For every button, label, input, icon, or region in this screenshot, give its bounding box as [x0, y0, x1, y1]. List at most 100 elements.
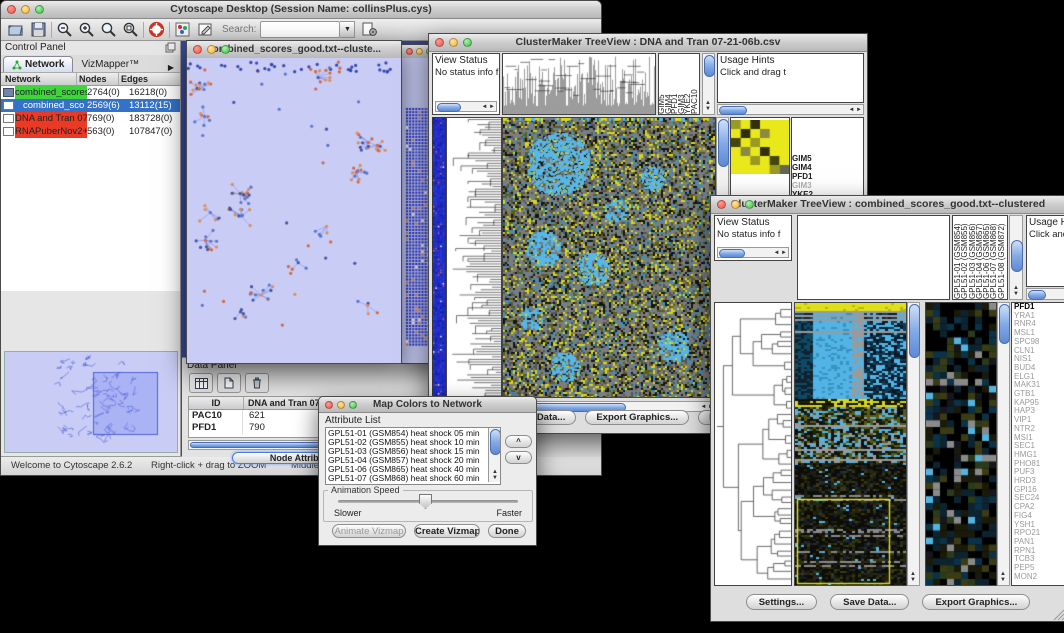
- animation-speed-label: Animation Speed: [328, 485, 403, 495]
- tv1-gene-label[interactable]: PFD1: [792, 172, 863, 181]
- select-attributes-button[interactable]: [189, 373, 213, 393]
- tv2-action-button[interactable]: Settings...: [746, 594, 817, 610]
- search-config-icon[interactable]: [361, 21, 378, 38]
- move-down-button[interactable]: v: [505, 451, 532, 464]
- tv1-view-status-text: No status info f: [433, 66, 499, 78]
- zoom-selected-icon[interactable]: [122, 21, 139, 38]
- tv1-uh-scrollbar[interactable]: ◄ ►: [717, 104, 864, 115]
- float-panel-icon[interactable]: [165, 42, 176, 53]
- vizmapper-icon[interactable]: [174, 21, 191, 38]
- close-button[interactable]: [435, 38, 444, 47]
- tv1-usage-hints: Usage Hints Click and drag t: [717, 53, 864, 103]
- tv2-collabel-vscrollbar[interactable]: ▲▼: [1009, 215, 1023, 300]
- tv2-action-button[interactable]: Export Graphics...: [922, 594, 1030, 610]
- tv2-action-button[interactable]: Save Data...: [830, 594, 909, 610]
- tv1-gene-label[interactable]: GIM4: [792, 163, 863, 172]
- animate-vizmap-button[interactable]: Animate Vizmap: [332, 524, 406, 538]
- zoom-fit-icon[interactable]: [100, 21, 117, 38]
- minimize-button[interactable]: [337, 401, 345, 409]
- minimize-button[interactable]: [731, 200, 740, 209]
- search-dropdown-button[interactable]: ▼: [340, 21, 355, 38]
- tv1-heatmap[interactable]: [502, 117, 716, 398]
- zoom-out-icon[interactable]: [56, 21, 73, 38]
- tv2-column-label[interactable]: GPL51-08 (GSM872): [998, 216, 1005, 299]
- main-titlebar[interactable]: Cytoscape Desktop (Session Name: collins…: [1, 1, 601, 19]
- tv2-vs-scrollbar[interactable]: ◄ ►: [717, 247, 789, 258]
- birdseye-view[interactable]: [4, 351, 178, 453]
- network-table-row[interactable]: DNA and Tran 07 769(0) 183728(0): [1, 112, 180, 125]
- col-header-edges[interactable]: Edges: [119, 73, 180, 85]
- window-controls: [7, 5, 44, 14]
- dp-col-id[interactable]: ID: [189, 397, 244, 409]
- move-up-button[interactable]: ^: [505, 435, 532, 448]
- zoom-button[interactable]: [35, 5, 44, 14]
- close-button[interactable]: [325, 401, 333, 409]
- zoom-in-icon[interactable]: [78, 21, 95, 38]
- treeview2-title: ClusterMaker TreeView : combined_scores_…: [731, 198, 1045, 210]
- tv2-gene-list: PFD1YRA1RNR4MSL1SPC98CLN1NIS1BUD4ELG1MAK…: [1011, 302, 1064, 586]
- tv2-heatmap-vscrollbar[interactable]: ▲▼: [907, 302, 920, 586]
- network-table-row[interactable]: RNAPuberNov2+ 563(0) 107847(0): [1, 125, 180, 138]
- zoom-button[interactable]: [463, 38, 472, 47]
- treeview1-titlebar[interactable]: ClusterMaker TreeView : DNA and Tran 07-…: [429, 34, 867, 52]
- tv1-coltree-canvas: [503, 54, 655, 114]
- tv1-collabel-vscrollbar[interactable]: ▲▼: [702, 53, 715, 115]
- tv1-action-button[interactable]: Export Graphics...: [585, 410, 689, 425]
- tv2-uh-scrollbar[interactable]: [1026, 288, 1064, 300]
- tab-overflow-arrow[interactable]: ▶: [168, 63, 180, 72]
- animation-speed-group: Animation Speed Slower Faster: [323, 490, 533, 522]
- open-folder-icon[interactable]: [7, 21, 24, 38]
- tv1-global-selection-strip[interactable]: [432, 117, 446, 398]
- resize-grip[interactable]: [1051, 607, 1064, 620]
- col-header-network[interactable]: Network: [1, 73, 77, 85]
- network-table-row[interactable]: combined_scores 2764(0) 16218(0): [1, 86, 180, 99]
- search-input[interactable]: [260, 21, 340, 38]
- minimize-button[interactable]: [416, 48, 423, 55]
- create-vizmap-button[interactable]: Create Vizmap: [414, 524, 480, 538]
- treeview2-titlebar[interactable]: ClusterMaker TreeView : combined_scores_…: [711, 196, 1064, 214]
- tv1-column-dendrogram[interactable]: [502, 53, 656, 115]
- delete-attribute-button[interactable]: [245, 373, 269, 393]
- tv2-gene-label[interactable]: MON2: [1012, 573, 1064, 582]
- tv2-view-status-title: View Status: [715, 216, 791, 228]
- tv1-gene-label[interactable]: GIM3: [792, 181, 863, 190]
- done-button[interactable]: Done: [488, 524, 526, 538]
- network-view-1[interactable]: [187, 58, 401, 363]
- minimize-button[interactable]: [449, 38, 458, 47]
- minimize-button[interactable]: [21, 5, 30, 14]
- new-attribute-button[interactable]: [217, 373, 241, 393]
- annotation-icon[interactable]: [197, 21, 214, 38]
- zoom-button[interactable]: [349, 401, 357, 409]
- save-icon[interactable]: [30, 21, 47, 38]
- screen: Cytoscape Desktop (Session Name: collins…: [0, 0, 1064, 633]
- close-button[interactable]: [193, 45, 202, 54]
- help-lifesaver-icon[interactable]: [148, 21, 165, 38]
- network-table-row[interactable]: combined_sco 2569(6) 13112(15): [1, 99, 180, 112]
- tv2-zoom-panel[interactable]: [925, 302, 997, 586]
- tv1-row-dendrogram[interactable]: [446, 117, 502, 398]
- tv2-row-dendrogram[interactable]: [714, 302, 792, 586]
- zoom-button[interactable]: [745, 200, 754, 209]
- minimize-button[interactable]: [207, 45, 216, 54]
- attribute-item[interactable]: GPL51-07 (GSM868) heat shock 60 min: [328, 474, 498, 483]
- network-window-1-titlebar[interactable]: combined_scores_good.txt--cluste...: [187, 41, 401, 59]
- zoom-button[interactable]: [221, 45, 230, 54]
- tab-vizmapper[interactable]: VizMapper™: [73, 57, 147, 72]
- close-button[interactable]: [7, 5, 16, 14]
- tab-network[interactable]: Network: [3, 56, 73, 72]
- tv2-zoom-vscrollbar[interactable]: ▲▼: [997, 302, 1010, 586]
- tv1-column-label[interactable]: PAC10: [692, 54, 699, 114]
- attribute-list-vscrollbar[interactable]: ▲▼: [488, 428, 500, 482]
- speed-slider-thumb[interactable]: [419, 494, 432, 509]
- tv2-heatmap[interactable]: [794, 302, 907, 586]
- close-button[interactable]: [406, 48, 413, 55]
- dialog-titlebar[interactable]: Map Colors to Network: [319, 397, 536, 413]
- close-button[interactable]: [717, 200, 726, 209]
- main-window-title: Cytoscape Desktop (Session Name: collins…: [170, 3, 431, 15]
- tv2-column-labels: GPL51-01 (GSM854)GPL51-02 (GSM855)GPL51-…: [952, 215, 1008, 300]
- col-header-nodes[interactable]: Nodes: [77, 73, 119, 85]
- map-colors-dialog: Map Colors to Network Attribute List GPL…: [318, 396, 537, 546]
- tv2-column-dendrogram[interactable]: [797, 215, 950, 300]
- tv1-gene-label[interactable]: GIM5: [792, 154, 863, 163]
- tv1-vs-scrollbar[interactable]: ◄ ►: [435, 101, 497, 112]
